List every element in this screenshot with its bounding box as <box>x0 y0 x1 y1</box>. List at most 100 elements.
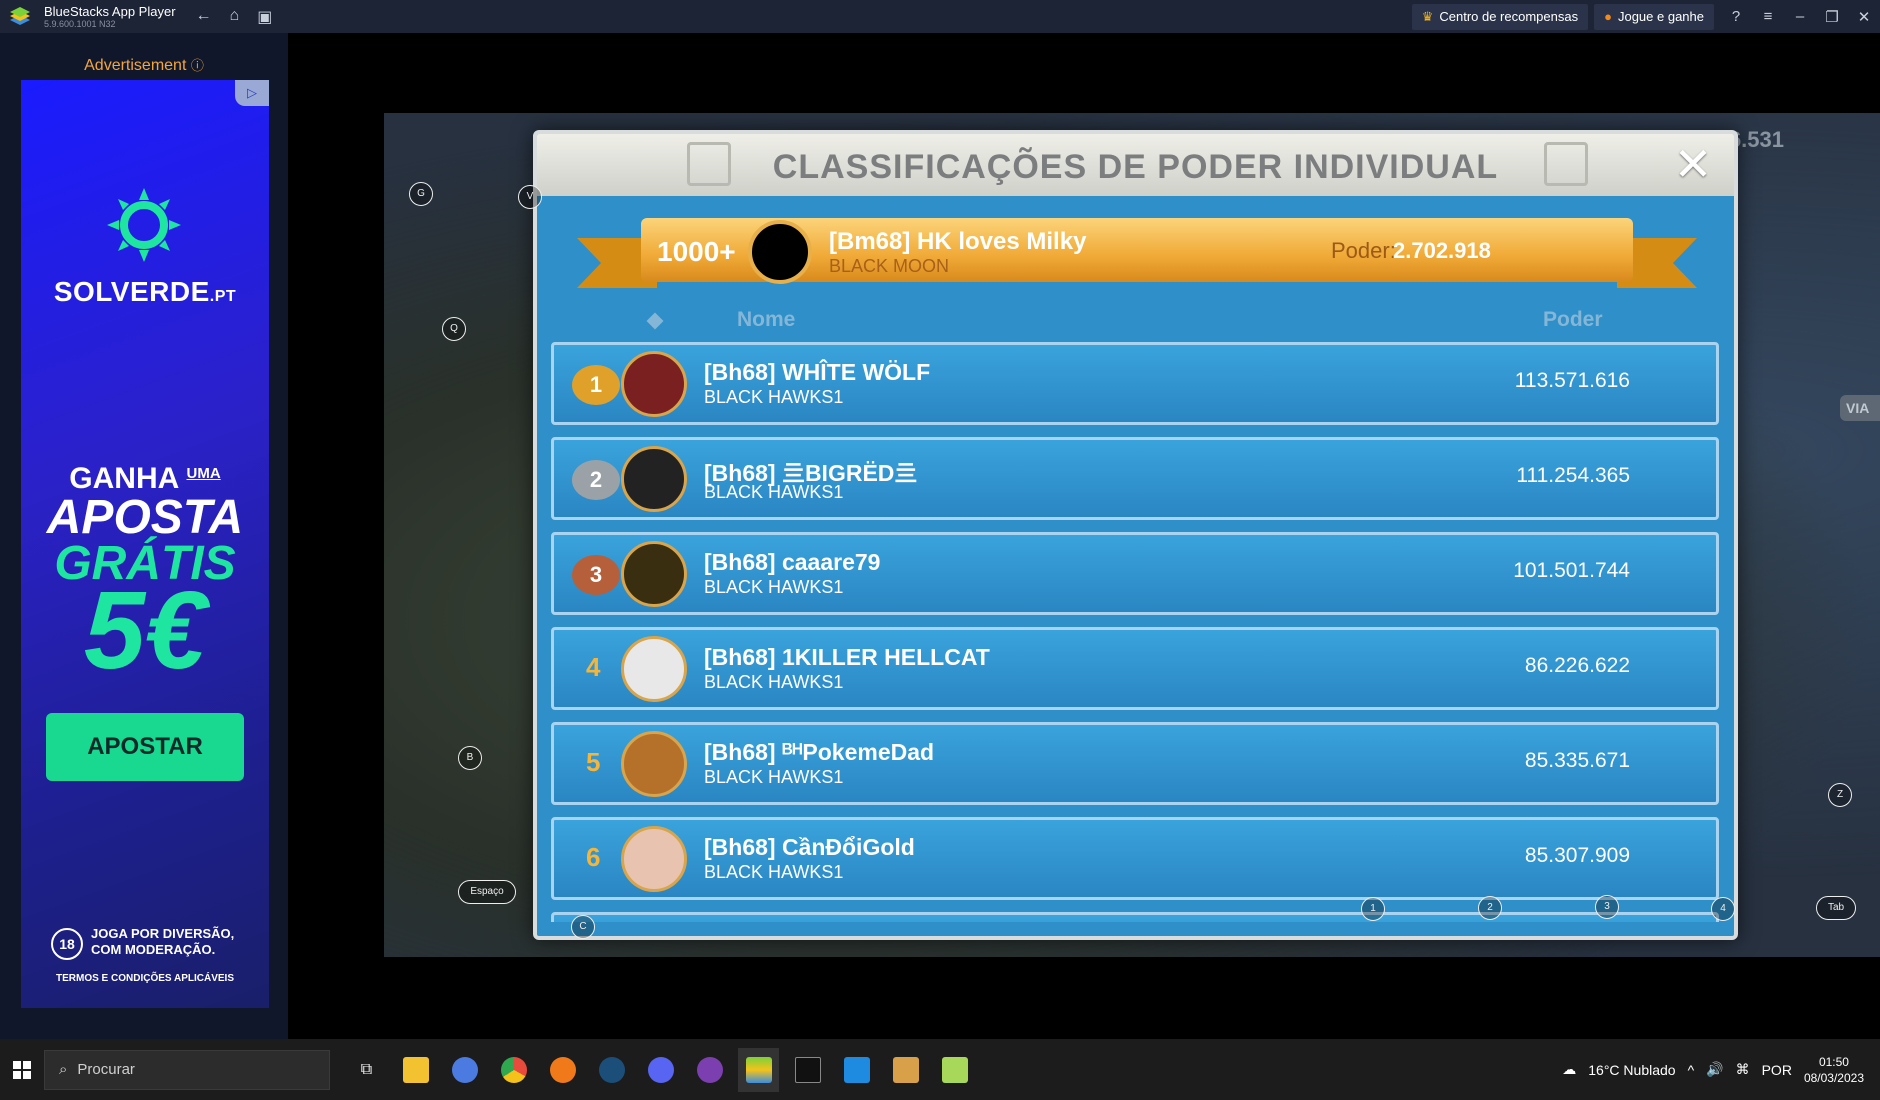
game-side-tab[interactable]: VIA <box>1840 395 1880 421</box>
player-alliance: BLACK HAWKS1 <box>704 577 844 597</box>
table-row[interactable]: 4 [Bh68] 1KILLER HELLCAT BLACK HAWKS1 86.22… <box>551 627 1719 710</box>
search-placeholder: Procurar <box>77 1061 135 1078</box>
multi-instance-icon[interactable]: ▣ <box>257 7 272 27</box>
sun-logo-icon <box>107 188 181 262</box>
player-alliance: BLACK HAWKS1 <box>704 482 844 502</box>
steam-icon[interactable] <box>591 1048 632 1092</box>
menu-icon[interactable]: ≡ <box>1752 8 1784 25</box>
ad-label: Advertisement ⓘ <box>0 55 288 75</box>
terminal-icon[interactable] <box>787 1048 828 1092</box>
player-power: 101.501.744 <box>1513 559 1630 582</box>
vscode-icon[interactable] <box>836 1048 877 1092</box>
minimize-icon[interactable]: – <box>1784 8 1816 25</box>
app-icon[interactable] <box>885 1048 926 1092</box>
file-explorer-icon[interactable] <box>395 1048 436 1092</box>
ad-bet-button[interactable]: APOSTAR <box>46 713 244 781</box>
clock[interactable]: 01:50 08/03/2023 <box>1804 1054 1864 1086</box>
discord-icon[interactable] <box>640 1048 681 1092</box>
player-power: 111.254.365 <box>1516 464 1630 487</box>
title-bar: BlueStacks App Player 5.9.600.1001 N32 ←… <box>0 0 1880 33</box>
crown-icon: ♛ <box>1421 8 1434 24</box>
avatar[interactable] <box>621 826 687 892</box>
self-rank-banner: 1000+ [Bm68] HK loves Milky BLACK MOON P… <box>577 218 1697 298</box>
avatar[interactable] <box>621 541 687 607</box>
firefox-icon[interactable] <box>542 1048 583 1092</box>
rank-number: 6 <box>586 842 601 872</box>
taskbar: ⌕ Procurar ⧉ ☁ 16°C Nublado ^ 🔊 ⌘ POR 01… <box>0 1039 1880 1100</box>
key-hint-q: Q <box>442 317 466 341</box>
rank-medal-icon: 1 <box>572 365 620 405</box>
rank-medal-icon: 2 <box>572 460 620 500</box>
ad-banner[interactable]: ▷ SOLVERDE.PT GANHA UMA APOSTA GRÁTIS 5€… <box>21 80 269 1008</box>
browser-icon[interactable] <box>444 1048 485 1092</box>
avatar[interactable] <box>621 446 687 512</box>
ad-headline-1-small: UMA <box>186 465 221 482</box>
table-row[interactable] <box>551 912 1719 922</box>
ad-brand: SOLVERDE.PT <box>21 276 269 308</box>
clock-time: 01:50 <box>1818 1054 1849 1069</box>
player-alliance: BLACK HAWKS1 <box>704 862 844 882</box>
github-icon[interactable] <box>689 1048 730 1092</box>
search-icon: ⌕ <box>59 1061 68 1078</box>
avatar[interactable] <box>621 351 687 417</box>
key-hint-tab: Tab <box>1816 896 1856 920</box>
back-icon[interactable]: ← <box>196 7 212 27</box>
player-power: 85.307.909 <box>1524 844 1630 867</box>
player-name: [Bh68] caaare79 <box>704 549 881 575</box>
player-power: 86.226.622 <box>1524 654 1630 677</box>
player-name: [Bh68] 1KILLER HELLCAT <box>704 644 990 670</box>
player-alliance: BLACK HAWKS1 <box>704 387 844 407</box>
avatar[interactable] <box>621 731 687 797</box>
panel-header: CLASSIFICAÇÕES DE PODER INDIVIDUAL ✕ <box>537 134 1734 196</box>
ad-footer-2: TERMOS E CONDIÇÕES APLICÁVEIS <box>56 973 234 984</box>
ranking-list[interactable]: 1 [Bh68] WHÎTE WÖLF BLACK HAWKS1 113.571.61… <box>551 342 1719 922</box>
table-row[interactable]: 2 [Bh68] 亖BIGRËD亖 BLACK HAWKS1 111.254.365 <box>551 437 1719 520</box>
weather-text[interactable]: 16°C Nublado <box>1588 1062 1675 1078</box>
play-label: Jogue e ganhe <box>1617 9 1704 24</box>
self-avatar[interactable] <box>748 220 812 284</box>
chevron-up-icon[interactable]: ^ <box>1688 1062 1695 1078</box>
key-hint-4: 4 <box>1711 897 1735 921</box>
ad-footer-1: JOGA POR DIVERSÃO, COM MODERAÇÃO. <box>91 926 235 957</box>
avatar[interactable] <box>621 636 687 702</box>
notepad-icon[interactable] <box>934 1048 975 1092</box>
page-title: CLASSIFICAÇÕES DE PODER INDIVIDUAL <box>772 148 1499 186</box>
adchoices-icon[interactable]: ▷ <box>235 80 269 106</box>
player-alliance: BLACK HAWKS1 <box>704 672 844 692</box>
player-name: [Bh68] CầnĐổiGold <box>704 834 915 860</box>
task-view-icon[interactable]: ⧉ <box>346 1048 387 1092</box>
chrome-icon[interactable] <box>493 1048 534 1092</box>
ad-sidebar: Advertisement ⓘ ▷ SOLVERDE.PT GANHA UMA … <box>0 33 288 1039</box>
network-icon[interactable]: ⌘ <box>1736 1061 1750 1078</box>
rank-number: 5 <box>586 747 601 777</box>
player-name: [Bh68] ᴮᴴPokemeDad <box>704 739 935 765</box>
home-icon[interactable]: ⌂ <box>230 7 240 27</box>
table-row[interactable]: 1 [Bh68] WHÎTE WÖLF BLACK HAWKS1 113.571.61… <box>551 342 1719 425</box>
self-alliance: BLACK MOON <box>829 256 950 276</box>
table-row[interactable]: 3 [Bh68] caaare79 BLACK HAWKS1 101.501.744 <box>551 532 1719 615</box>
volume-icon[interactable]: 🔊 <box>1706 1061 1723 1078</box>
info-icon[interactable]: ⓘ <box>191 58 204 73</box>
lang-indicator[interactable]: POR <box>1762 1062 1792 1078</box>
restore-icon[interactable]: ❐ <box>1816 8 1848 26</box>
self-power: 2.702.918 <box>1393 238 1491 263</box>
ad-brand-text: SOLVERDE <box>53 276 210 307</box>
window-title: BlueStacks App Player <box>44 3 176 19</box>
self-name: [Bm68] HK loves Milky <box>829 228 1087 255</box>
ad-headline-4: 5€ <box>83 569 207 692</box>
rank-medal-icon: 3 <box>572 555 620 595</box>
player-alliance: BLACK HAWKS1 <box>704 767 844 787</box>
taskbar-search[interactable]: ⌕ Procurar <box>44 1049 330 1090</box>
self-power-label: Poder: <box>1331 238 1396 263</box>
windows-start-icon[interactable] <box>0 1039 44 1100</box>
clock-date: 08/03/2023 <box>1803 1070 1864 1085</box>
table-row[interactable]: 6 [Bh68] CầnĐổiGold BLACK HAWKS1 85.307.909 <box>551 817 1719 900</box>
bluestacks-taskbar-icon[interactable] <box>738 1047 779 1092</box>
play-and-win-button[interactable]: ● Jogue e ganhe <box>1594 3 1714 30</box>
rewards-center-button[interactable]: ♛ Centro de recompensas <box>1411 3 1589 30</box>
close-icon[interactable]: ✕ <box>1848 8 1880 26</box>
column-header-name: Nome <box>737 308 796 331</box>
help-icon[interactable]: ? <box>1720 8 1752 25</box>
table-row[interactable]: 5 [Bh68] ᴮᴴPokemeDad BLACK HAWKS1 85.335.67… <box>551 722 1719 805</box>
close-panel-button[interactable]: ✕ <box>1672 141 1714 187</box>
